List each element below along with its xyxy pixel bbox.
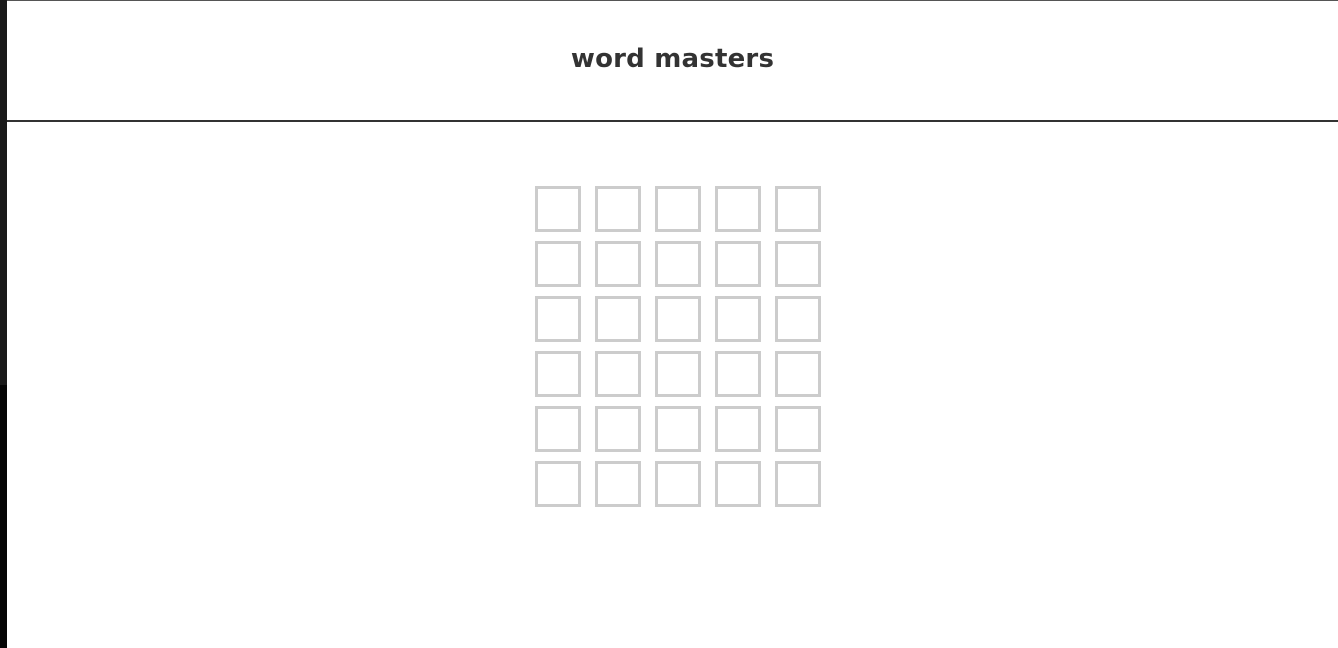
letter-tile [775, 351, 821, 397]
letter-tile [775, 296, 821, 342]
letter-tile [715, 241, 761, 287]
letter-tile [715, 351, 761, 397]
letter-tile [775, 186, 821, 232]
letter-tile [655, 351, 701, 397]
window-edge-lower [0, 385, 7, 648]
letter-tile [535, 351, 581, 397]
letter-tile [655, 406, 701, 452]
letter-tile [535, 461, 581, 507]
letter-tile [535, 186, 581, 232]
letter-tile [655, 186, 701, 232]
letter-tile [535, 296, 581, 342]
navbar: word masters [7, 1, 1338, 122]
page-title: word masters [570, 43, 775, 74]
letter-tile [775, 241, 821, 287]
page: word masters [7, 0, 1338, 648]
letter-tile [715, 461, 761, 507]
letter-tile [535, 241, 581, 287]
letter-tile [595, 406, 641, 452]
letter-tile [655, 241, 701, 287]
letter-tile [715, 406, 761, 452]
letter-tile [775, 461, 821, 507]
letter-board [535, 186, 821, 507]
letter-tile [655, 461, 701, 507]
letter-tile [655, 296, 701, 342]
letter-tile [595, 296, 641, 342]
letter-tile [595, 351, 641, 397]
letter-tile [595, 241, 641, 287]
letter-tile [715, 186, 761, 232]
letter-tile [535, 406, 581, 452]
letter-tile [595, 186, 641, 232]
letter-tile [715, 296, 761, 342]
letter-tile [775, 406, 821, 452]
letter-tile [595, 461, 641, 507]
